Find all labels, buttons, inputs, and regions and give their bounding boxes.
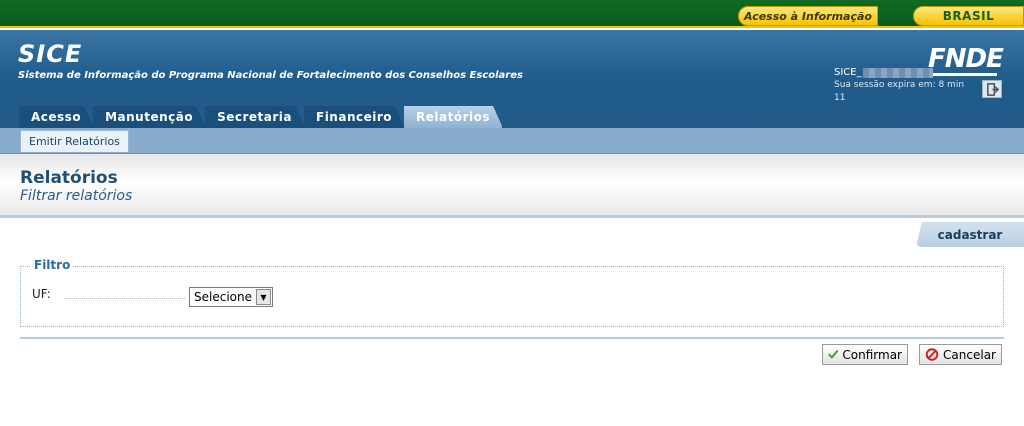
session-username: SICE_ <box>834 67 862 78</box>
page-subtitle: Filtrar relatórios <box>20 188 133 204</box>
cancel-button-label: Cancelar <box>943 347 996 362</box>
filter-legend: Filtro <box>31 258 74 272</box>
tab-financeiro[interactable]: Financeiro <box>304 106 405 128</box>
brasil-link[interactable]: BRASIL <box>913 6 1024 26</box>
page-title: Relatórios <box>20 168 118 188</box>
tab-secretaria[interactable]: Secretaria <box>205 106 305 128</box>
session-user: SICE_ <box>834 66 970 79</box>
filter-fieldset: Filtro UF: Selecione ▼ <box>20 258 1004 327</box>
uf-select-value: Selecione <box>194 290 252 304</box>
uf-select[interactable]: Selecione ▼ <box>189 287 273 307</box>
confirm-button[interactable]: Confirmar <box>822 344 908 365</box>
cancel-button[interactable]: Cancelar <box>919 344 1002 365</box>
access-info-link[interactable]: Acesso à Informação <box>738 6 878 26</box>
check-icon <box>828 350 839 359</box>
logout-button[interactable] <box>982 80 1002 98</box>
session-expiry: Sua sessão expira em: 8 min 11 <box>834 80 965 103</box>
redacted-username <box>862 67 933 78</box>
logout-icon <box>986 82 999 96</box>
subnav-emitir-relatorios[interactable]: Emitir Relatórios <box>20 130 129 152</box>
page-title-band: Relatórios Filtrar relatórios <box>0 154 1024 218</box>
divider <box>20 337 1004 339</box>
app-subtitle: Sistema de Informação do Programa Nacion… <box>18 70 523 81</box>
uf-dotted-leader <box>65 298 185 299</box>
government-bar: Acesso à Informação BRASIL <box>0 0 1024 28</box>
dropdown-arrow-icon[interactable]: ▼ <box>256 289 271 305</box>
sub-navigation: Emitir Relatórios <box>0 128 1024 154</box>
session-info: SICE_ Sua sessão expira em: 8 min 11 <box>826 62 978 103</box>
cadastrar-tab[interactable]: cadastrar <box>916 222 1024 247</box>
cancel-icon <box>925 348 939 361</box>
app-title: SICE <box>18 40 83 68</box>
tab-manutencao[interactable]: Manutenção <box>93 106 206 128</box>
uf-label: UF: <box>32 287 51 301</box>
main-tabs: Acesso Manutenção Secretaria Financeiro … <box>19 106 502 128</box>
confirm-button-label: Confirmar <box>842 347 902 362</box>
tab-relatorios[interactable]: Relatórios <box>404 106 503 128</box>
page-root: Acesso à Informação BRASIL SICE Sistema … <box>0 0 1024 426</box>
tab-acesso[interactable]: Acesso <box>19 106 94 128</box>
